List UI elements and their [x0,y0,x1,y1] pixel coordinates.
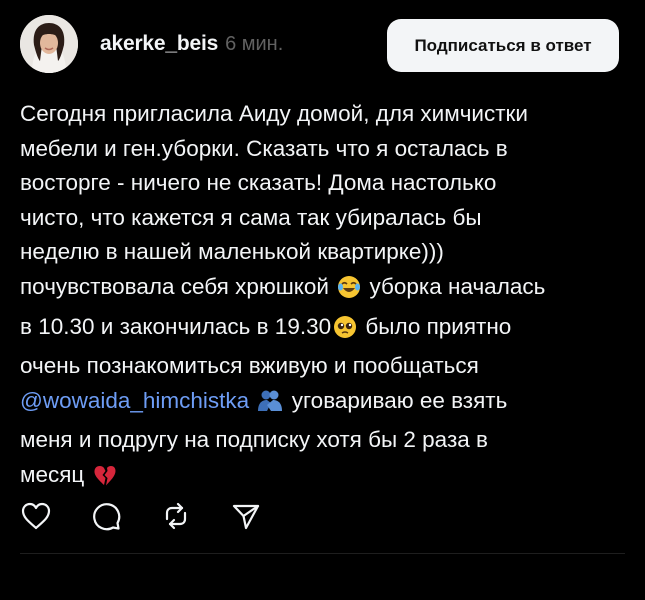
post-text-line: Сегодня пригласила Аиду домой, для химчи… [20,101,528,126]
send-icon [232,504,260,530]
post-text-line: почувствовала себя хрюшкой уборка начала… [20,270,620,310]
post-text-line: неделю в нашей маленькой квартирке))) [20,239,444,265]
broken-heart-icon [93,463,117,498]
repost-icon [165,502,187,530]
post-text-line: очень познакомиться вживую и пообщаться [20,353,479,379]
thread-post: akerke_beis 6 мин. Подписаться в ответ С… [0,0,645,600]
post-text-line: восторге - ничего не сказать! Дома насто… [20,170,497,196]
comment-icon [93,503,121,531]
post-text-segment: уборка началась [369,273,546,299]
post-text-line: мебели и ген.уборки. Сказать что я остал… [20,135,508,161]
post-text-line: меня и подругу на подписку хотя бы 2 раз… [20,427,488,453]
post-actions [20,500,300,532]
repost-button[interactable] [160,500,192,532]
post-header: akerke_beis 6 мин. [100,32,283,56]
post-text-line: чисто, что кажется я сама так убиралась … [20,204,482,230]
avatar[interactable] [20,15,78,73]
heart-icon [21,502,51,530]
post-text-line: месяц [20,458,620,498]
people-hugging-icon [257,389,283,424]
share-button[interactable] [230,500,262,532]
post-text: Сегодня пригласила Аиду домой, для химчи… [20,97,620,498]
username[interactable]: akerke_beis [100,32,218,56]
post-text-line: в 10.30 и закончилась в 19.30 было прият… [20,310,620,350]
face-with-tears-of-joy-icon [337,275,361,310]
post-text-segment: месяц [20,461,85,487]
timestamp: 6 мин. [225,33,284,55]
post-text-segment: было приятно [365,313,512,339]
follow-back-button[interactable]: Подписаться в ответ [387,19,619,72]
post-text-segment: уговариваю ее взять [291,387,508,413]
comment-button[interactable] [90,500,122,532]
mention-link[interactable]: @wowaida_himchistka [20,388,249,413]
like-button[interactable] [20,500,52,532]
post-text-segment: в 10.30 и закончилась в 19.30 [20,313,332,339]
post-text-line: @wowaida_himchistka уговариваю ее взять [20,384,620,424]
post-text-segment: почувствовала себя хрюшкой [20,273,329,299]
pleading-face-icon [333,315,357,350]
divider [20,553,625,554]
